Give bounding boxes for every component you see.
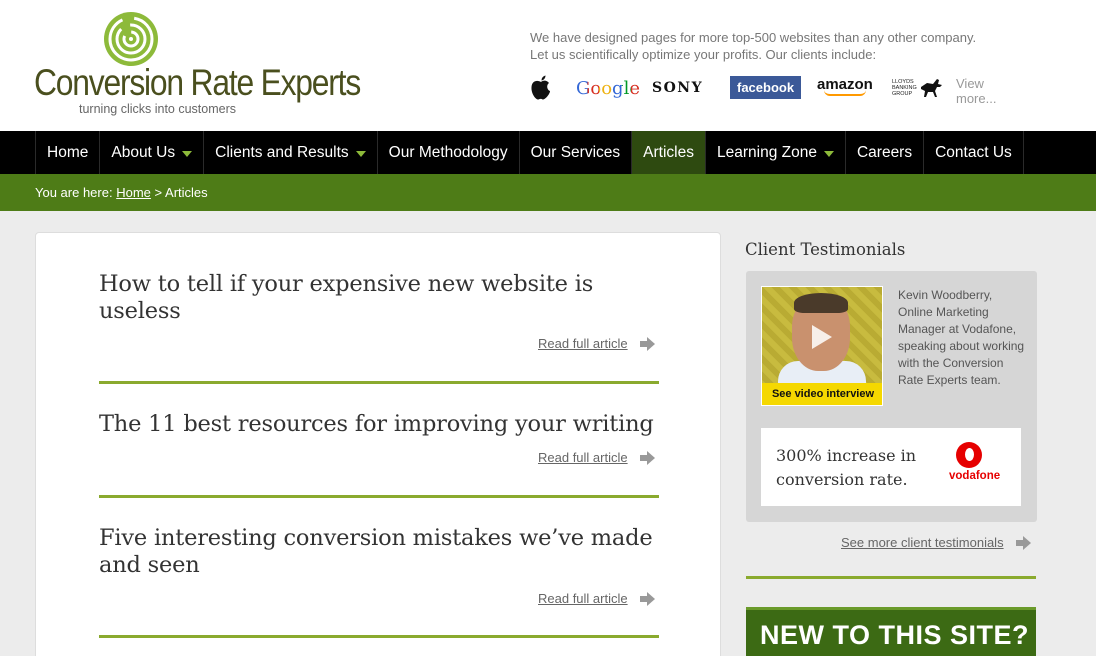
article-item: How to tell if your expensive new websit… — [99, 271, 659, 325]
new-to-site-banner[interactable]: NEW TO THIS SITE? — [746, 607, 1036, 656]
article-divider — [99, 495, 659, 498]
dropdown-caret-icon[interactable] — [182, 150, 193, 157]
new-to-site-label[interactable]: NEW TO THIS SITE? — [760, 620, 1029, 651]
breadcrumb-prefix: You are here: — [35, 185, 113, 200]
video-thumbnail[interactable]: See video interview — [761, 286, 883, 406]
read-full-article-link[interactable]: Read full article — [538, 336, 720, 351]
logo-tagline: turning clicks into customers — [79, 102, 237, 116]
sony-logo: SONY — [652, 80, 704, 96]
nav-list: Home About Us Clients and Results Our Metho… — [35, 131, 1024, 174]
breadcrumb: You are here: Home > Articles — [35, 185, 208, 200]
read-full-article-link[interactable]: Read full article — [538, 450, 720, 465]
result-stat-box: 300% increase in conversion rate. vodafo… — [761, 428, 1021, 506]
google-logo-text: Google — [576, 77, 640, 99]
amazon-logo: amazon — [817, 74, 873, 102]
article-title[interactable]: The 11 best resources for improving your… — [99, 411, 659, 438]
arrow-right-icon — [639, 591, 656, 606]
see-more-label[interactable]: See more client testimonials — [841, 535, 1004, 550]
nav-item-our-methodology[interactable]: Our Methodology — [378, 131, 520, 174]
nav-item-label[interactable]: About Us — [111, 144, 175, 162]
play-icon[interactable] — [812, 325, 832, 349]
arrow-right-icon — [1015, 535, 1032, 550]
nav-item-careers[interactable]: Careers — [846, 131, 925, 174]
amazon-smile-icon — [823, 90, 866, 96]
breadcrumb-bar: You are here: Home > Articles — [0, 174, 1096, 211]
nav-item-our-services[interactable]: Our Services — [520, 131, 633, 174]
nav-item-label[interactable]: Home — [47, 144, 88, 162]
vodafone-logo-icon — [956, 442, 982, 468]
articles-card: How to tell if your expensive new websit… — [35, 232, 721, 656]
apple-logo-icon — [530, 74, 552, 102]
nav-item-label[interactable]: Clients and Results — [215, 144, 349, 162]
see-video-interview-button[interactable]: See video interview — [762, 383, 882, 405]
nav-item-label[interactable]: Careers — [857, 144, 912, 162]
sidebar-divider — [746, 576, 1036, 579]
nav-item-clients-and-results[interactable]: Clients and Results — [204, 131, 378, 174]
nav-item-label[interactable]: Our Services — [531, 144, 621, 162]
nav-item-home[interactable]: Home — [36, 131, 101, 174]
nav-item-label[interactable]: Articles — [643, 144, 694, 162]
lloyds-logo: LLOYDS BANKING GROUP — [892, 74, 945, 102]
nav-item-articles[interactable]: Articles — [632, 131, 706, 174]
article-title[interactable]: How to tell if your expensive new websit… — [99, 271, 659, 325]
nav-item-label[interactable]: Our Methodology — [389, 144, 508, 162]
nav-item-contact-us[interactable]: Contact Us — [924, 131, 1024, 174]
result-stat-text: 300% increase in conversion rate. — [776, 446, 917, 489]
horse-icon — [920, 79, 942, 97]
site-header: Conversion Rate Experts turning clicks i… — [0, 0, 1096, 131]
breadcrumb-current: Articles — [165, 185, 208, 200]
main-nav: Home About Us Clients and Results Our Metho… — [0, 131, 1096, 174]
view-more-clients-link[interactable]: View more... — [956, 76, 996, 106]
intro-text: We have designed pages for more top-500 … — [530, 29, 976, 63]
read-more-label[interactable]: Read full article — [538, 450, 628, 465]
maze-logo-icon[interactable] — [97, 10, 165, 68]
intro-line-2: Let us scientifically optimize your prof… — [530, 47, 877, 62]
article-divider — [99, 381, 659, 384]
google-logo: Google — [576, 74, 640, 102]
lloyds-line-3: GROUP — [892, 91, 913, 97]
nav-item-label[interactable]: Learning Zone — [717, 144, 817, 162]
testimonials-heading: Client Testimonials — [745, 240, 906, 259]
video-person-hair — [794, 293, 848, 313]
article-divider — [99, 635, 659, 638]
article-item: The 11 best resources for improving your… — [99, 411, 659, 438]
see-more-testimonials-link[interactable]: See more client testimonials — [841, 535, 1032, 550]
dropdown-caret-icon[interactable] — [355, 150, 366, 157]
logo-title[interactable]: Conversion Rate Experts — [34, 62, 361, 104]
breadcrumb-separator: > — [154, 185, 163, 200]
nav-item-label[interactable]: Contact Us — [935, 144, 1012, 162]
facebook-logo: facebook — [730, 76, 802, 99]
testimonial-text: Kevin Woodberry, Online Marketing Manage… — [898, 288, 1025, 387]
read-more-label[interactable]: Read full article — [538, 336, 628, 351]
arrow-right-icon — [639, 450, 656, 465]
intro-line-1: We have designed pages for more top-500 … — [530, 30, 977, 45]
article-title[interactable]: Five interesting conversion mistakes we’… — [99, 525, 659, 579]
vodafone-wordmark: vodafone — [949, 470, 1001, 482]
dropdown-caret-icon[interactable] — [823, 150, 834, 157]
read-full-article-link[interactable]: Read full article — [538, 591, 720, 606]
testimonial-box: See video interview Kevin Woodberry, Onl… — [746, 271, 1037, 522]
nav-item-learning-zone[interactable]: Learning Zone — [706, 131, 846, 174]
nav-item-about-us[interactable]: About Us — [100, 131, 205, 174]
article-item: Five interesting conversion mistakes we’… — [99, 525, 659, 579]
breadcrumb-home-link[interactable]: Home — [116, 185, 151, 200]
arrow-right-icon — [639, 336, 656, 351]
read-more-label[interactable]: Read full article — [538, 591, 628, 606]
